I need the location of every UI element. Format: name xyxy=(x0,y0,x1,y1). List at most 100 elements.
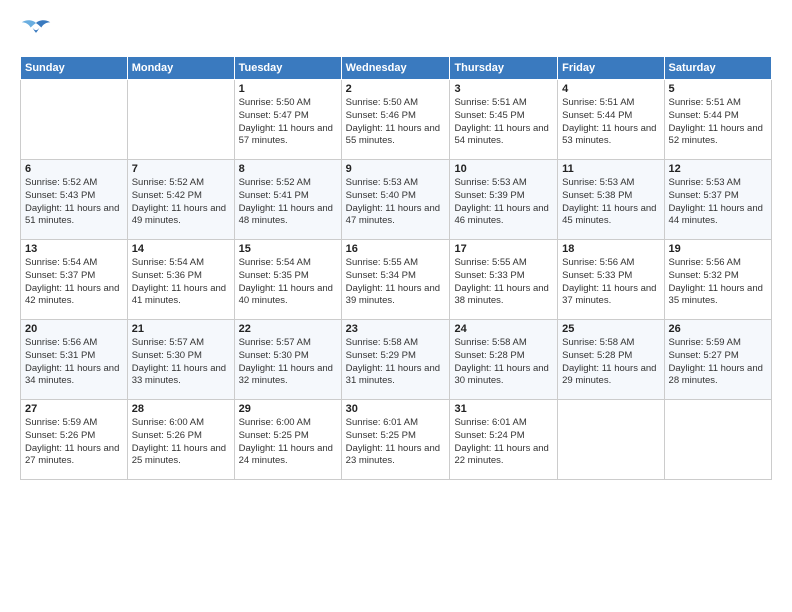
day-number: 31 xyxy=(454,403,553,415)
day-number: 14 xyxy=(132,243,230,255)
calendar-cell: 15 Sunrise: 5:54 AMSunset: 5:35 PMDayligh… xyxy=(234,240,341,320)
day-info: Sunrise: 5:51 AMSunset: 5:44 PMDaylight:… xyxy=(669,97,767,148)
day-number: 22 xyxy=(239,323,337,335)
day-number: 16 xyxy=(346,243,446,255)
day-info: Sunrise: 5:56 AMSunset: 5:32 PMDaylight:… xyxy=(669,257,767,308)
page: SundayMondayTuesdayWednesdayThursdayFrid… xyxy=(0,0,792,612)
day-info: Sunrise: 5:50 AMSunset: 5:46 PMDaylight:… xyxy=(346,97,446,148)
calendar-cell: 28Sunrise: 6:00 AMSunset: 5:26 PMDayligh… xyxy=(127,400,234,480)
day-number: 6 xyxy=(25,163,123,175)
calendar-cell: 14Sunrise: 5:54 AMSunset: 5:36 PMDayligh… xyxy=(127,240,234,320)
calendar-cell: 12Sunrise: 5:53 AMSunset: 5:37 PMDayligh… xyxy=(664,160,771,240)
day-info: Sunrise: 5:54 AMSunset: 5:35 PMDaylight:… xyxy=(239,257,337,308)
day-info: Sunrise: 5:51 AMSunset: 5:44 PMDaylight:… xyxy=(562,97,659,148)
header xyxy=(20,18,772,46)
day-number: 19 xyxy=(669,243,767,255)
day-number: 26 xyxy=(669,323,767,335)
calendar-cell: 1Sunrise: 5:50 AMSunset: 5:47 PMDaylight… xyxy=(234,80,341,160)
day-info: Sunrise: 5:55 AMSunset: 5:34 PMDaylight:… xyxy=(346,257,446,308)
day-info: Sunrise: 5:59 AMSunset: 5:26 PMDaylight:… xyxy=(25,417,123,468)
calendar-cell xyxy=(664,400,771,480)
day-info: Sunrise: 5:58 AMSunset: 5:28 PMDaylight:… xyxy=(562,337,659,388)
calendar-cell: 30Sunrise: 6:01 AMSunset: 5:25 PMDayligh… xyxy=(341,400,450,480)
weekday-header: Wednesday xyxy=(341,57,450,80)
day-number: 18 xyxy=(562,243,659,255)
weekday-header: Friday xyxy=(558,57,664,80)
day-number: 7 xyxy=(132,163,230,175)
calendar-cell: 9Sunrise: 5:53 AMSunset: 5:40 PMDaylight… xyxy=(341,160,450,240)
logo xyxy=(20,18,58,46)
day-number: 2 xyxy=(346,83,446,95)
weekday-header: Saturday xyxy=(664,57,771,80)
day-number: 5 xyxy=(669,83,767,95)
day-number: 20 xyxy=(25,323,123,335)
day-info: Sunrise: 6:00 AMSunset: 5:25 PMDaylight:… xyxy=(239,417,337,468)
day-number: 25 xyxy=(562,323,659,335)
weekday-header-row: SundayMondayTuesdayWednesdayThursdayFrid… xyxy=(21,57,772,80)
calendar-cell: 29 Sunrise: 6:00 AMSunset: 5:25 PMDayligh… xyxy=(234,400,341,480)
calendar-cell: 22 Sunrise: 5:57 AMSunset: 5:30 PMDayligh… xyxy=(234,320,341,400)
day-info: Sunrise: 5:57 AMSunset: 5:30 PMDaylight:… xyxy=(239,337,337,388)
calendar-week-row: 13 Sunrise: 5:54 AMSunset: 5:37 PMDayligh… xyxy=(21,240,772,320)
calendar-cell: 6 Sunrise: 5:52 AMSunset: 5:43 PMDaylight… xyxy=(21,160,128,240)
day-info: Sunrise: 6:00 AMSunset: 5:26 PMDaylight:… xyxy=(132,417,230,468)
calendar-cell: 24 Sunrise: 5:58 AMSunset: 5:28 PMDayligh… xyxy=(450,320,558,400)
calendar-cell: 27 Sunrise: 5:59 AMSunset: 5:26 PMDayligh… xyxy=(21,400,128,480)
calendar-week-row: 6 Sunrise: 5:52 AMSunset: 5:43 PMDaylight… xyxy=(21,160,772,240)
day-info: Sunrise: 5:53 AMSunset: 5:38 PMDaylight:… xyxy=(562,177,659,228)
weekday-header: Sunday xyxy=(21,57,128,80)
calendar-cell: 11 Sunrise: 5:53 AMSunset: 5:38 PMDayligh… xyxy=(558,160,664,240)
day-info: Sunrise: 6:01 AMSunset: 5:25 PMDaylight:… xyxy=(346,417,446,468)
calendar-cell: 3Sunrise: 5:51 AMSunset: 5:45 PMDaylight… xyxy=(450,80,558,160)
day-info: Sunrise: 6:01 AMSunset: 5:24 PMDaylight:… xyxy=(454,417,553,468)
day-info: Sunrise: 5:52 AMSunset: 5:41 PMDaylight:… xyxy=(239,177,337,228)
calendar-cell: 31 Sunrise: 6:01 AMSunset: 5:24 PMDayligh… xyxy=(450,400,558,480)
day-info: Sunrise: 5:52 AMSunset: 5:43 PMDaylight:… xyxy=(25,177,123,228)
day-number: 3 xyxy=(454,83,553,95)
day-info: Sunrise: 5:54 AMSunset: 5:37 PMDaylight:… xyxy=(25,257,123,308)
day-number: 21 xyxy=(132,323,230,335)
logo-icon xyxy=(20,18,52,46)
calendar-cell: 25 Sunrise: 5:58 AMSunset: 5:28 PMDayligh… xyxy=(558,320,664,400)
weekday-header: Tuesday xyxy=(234,57,341,80)
day-number: 4 xyxy=(562,83,659,95)
calendar-cell: 26Sunrise: 5:59 AMSunset: 5:27 PMDayligh… xyxy=(664,320,771,400)
calendar-table: SundayMondayTuesdayWednesdayThursdayFrid… xyxy=(20,56,772,480)
calendar-cell: 19 Sunrise: 5:56 AMSunset: 5:32 PMDayligh… xyxy=(664,240,771,320)
day-number: 13 xyxy=(25,243,123,255)
calendar-week-row: 1Sunrise: 5:50 AMSunset: 5:47 PMDaylight… xyxy=(21,80,772,160)
day-number: 27 xyxy=(25,403,123,415)
weekday-header: Monday xyxy=(127,57,234,80)
day-info: Sunrise: 5:52 AMSunset: 5:42 PMDaylight:… xyxy=(132,177,230,228)
day-number: 17 xyxy=(454,243,553,255)
day-info: Sunrise: 5:56 AMSunset: 5:31 PMDaylight:… xyxy=(25,337,123,388)
calendar-cell: 20 Sunrise: 5:56 AMSunset: 5:31 PMDayligh… xyxy=(21,320,128,400)
calendar-week-row: 20 Sunrise: 5:56 AMSunset: 5:31 PMDayligh… xyxy=(21,320,772,400)
day-number: 10 xyxy=(454,163,553,175)
day-info: Sunrise: 5:57 AMSunset: 5:30 PMDaylight:… xyxy=(132,337,230,388)
calendar-cell: 23 Sunrise: 5:58 AMSunset: 5:29 PMDayligh… xyxy=(341,320,450,400)
calendar-cell: 4 Sunrise: 5:51 AMSunset: 5:44 PMDaylight… xyxy=(558,80,664,160)
calendar-cell: 13 Sunrise: 5:54 AMSunset: 5:37 PMDayligh… xyxy=(21,240,128,320)
day-number: 9 xyxy=(346,163,446,175)
day-number: 24 xyxy=(454,323,553,335)
calendar-cell: 17 Sunrise: 5:55 AMSunset: 5:33 PMDayligh… xyxy=(450,240,558,320)
day-number: 15 xyxy=(239,243,337,255)
day-info: Sunrise: 5:55 AMSunset: 5:33 PMDaylight:… xyxy=(454,257,553,308)
calendar-cell xyxy=(127,80,234,160)
calendar-cell: 18Sunrise: 5:56 AMSunset: 5:33 PMDayligh… xyxy=(558,240,664,320)
calendar-cell: 7 Sunrise: 5:52 AMSunset: 5:42 PMDaylight… xyxy=(127,160,234,240)
calendar-cell: 5 Sunrise: 5:51 AMSunset: 5:44 PMDaylight… xyxy=(664,80,771,160)
day-number: 29 xyxy=(239,403,337,415)
calendar-cell: 21 Sunrise: 5:57 AMSunset: 5:30 PMDayligh… xyxy=(127,320,234,400)
day-number: 23 xyxy=(346,323,446,335)
day-info: Sunrise: 5:58 AMSunset: 5:28 PMDaylight:… xyxy=(454,337,553,388)
calendar-week-row: 27 Sunrise: 5:59 AMSunset: 5:26 PMDayligh… xyxy=(21,400,772,480)
day-number: 8 xyxy=(239,163,337,175)
day-info: Sunrise: 5:50 AMSunset: 5:47 PMDaylight:… xyxy=(239,97,337,148)
calendar-cell: 16 Sunrise: 5:55 AMSunset: 5:34 PMDayligh… xyxy=(341,240,450,320)
day-info: Sunrise: 5:53 AMSunset: 5:37 PMDaylight:… xyxy=(669,177,767,228)
calendar-cell: 2 Sunrise: 5:50 AMSunset: 5:46 PMDaylight… xyxy=(341,80,450,160)
day-info: Sunrise: 5:58 AMSunset: 5:29 PMDaylight:… xyxy=(346,337,446,388)
day-number: 11 xyxy=(562,163,659,175)
